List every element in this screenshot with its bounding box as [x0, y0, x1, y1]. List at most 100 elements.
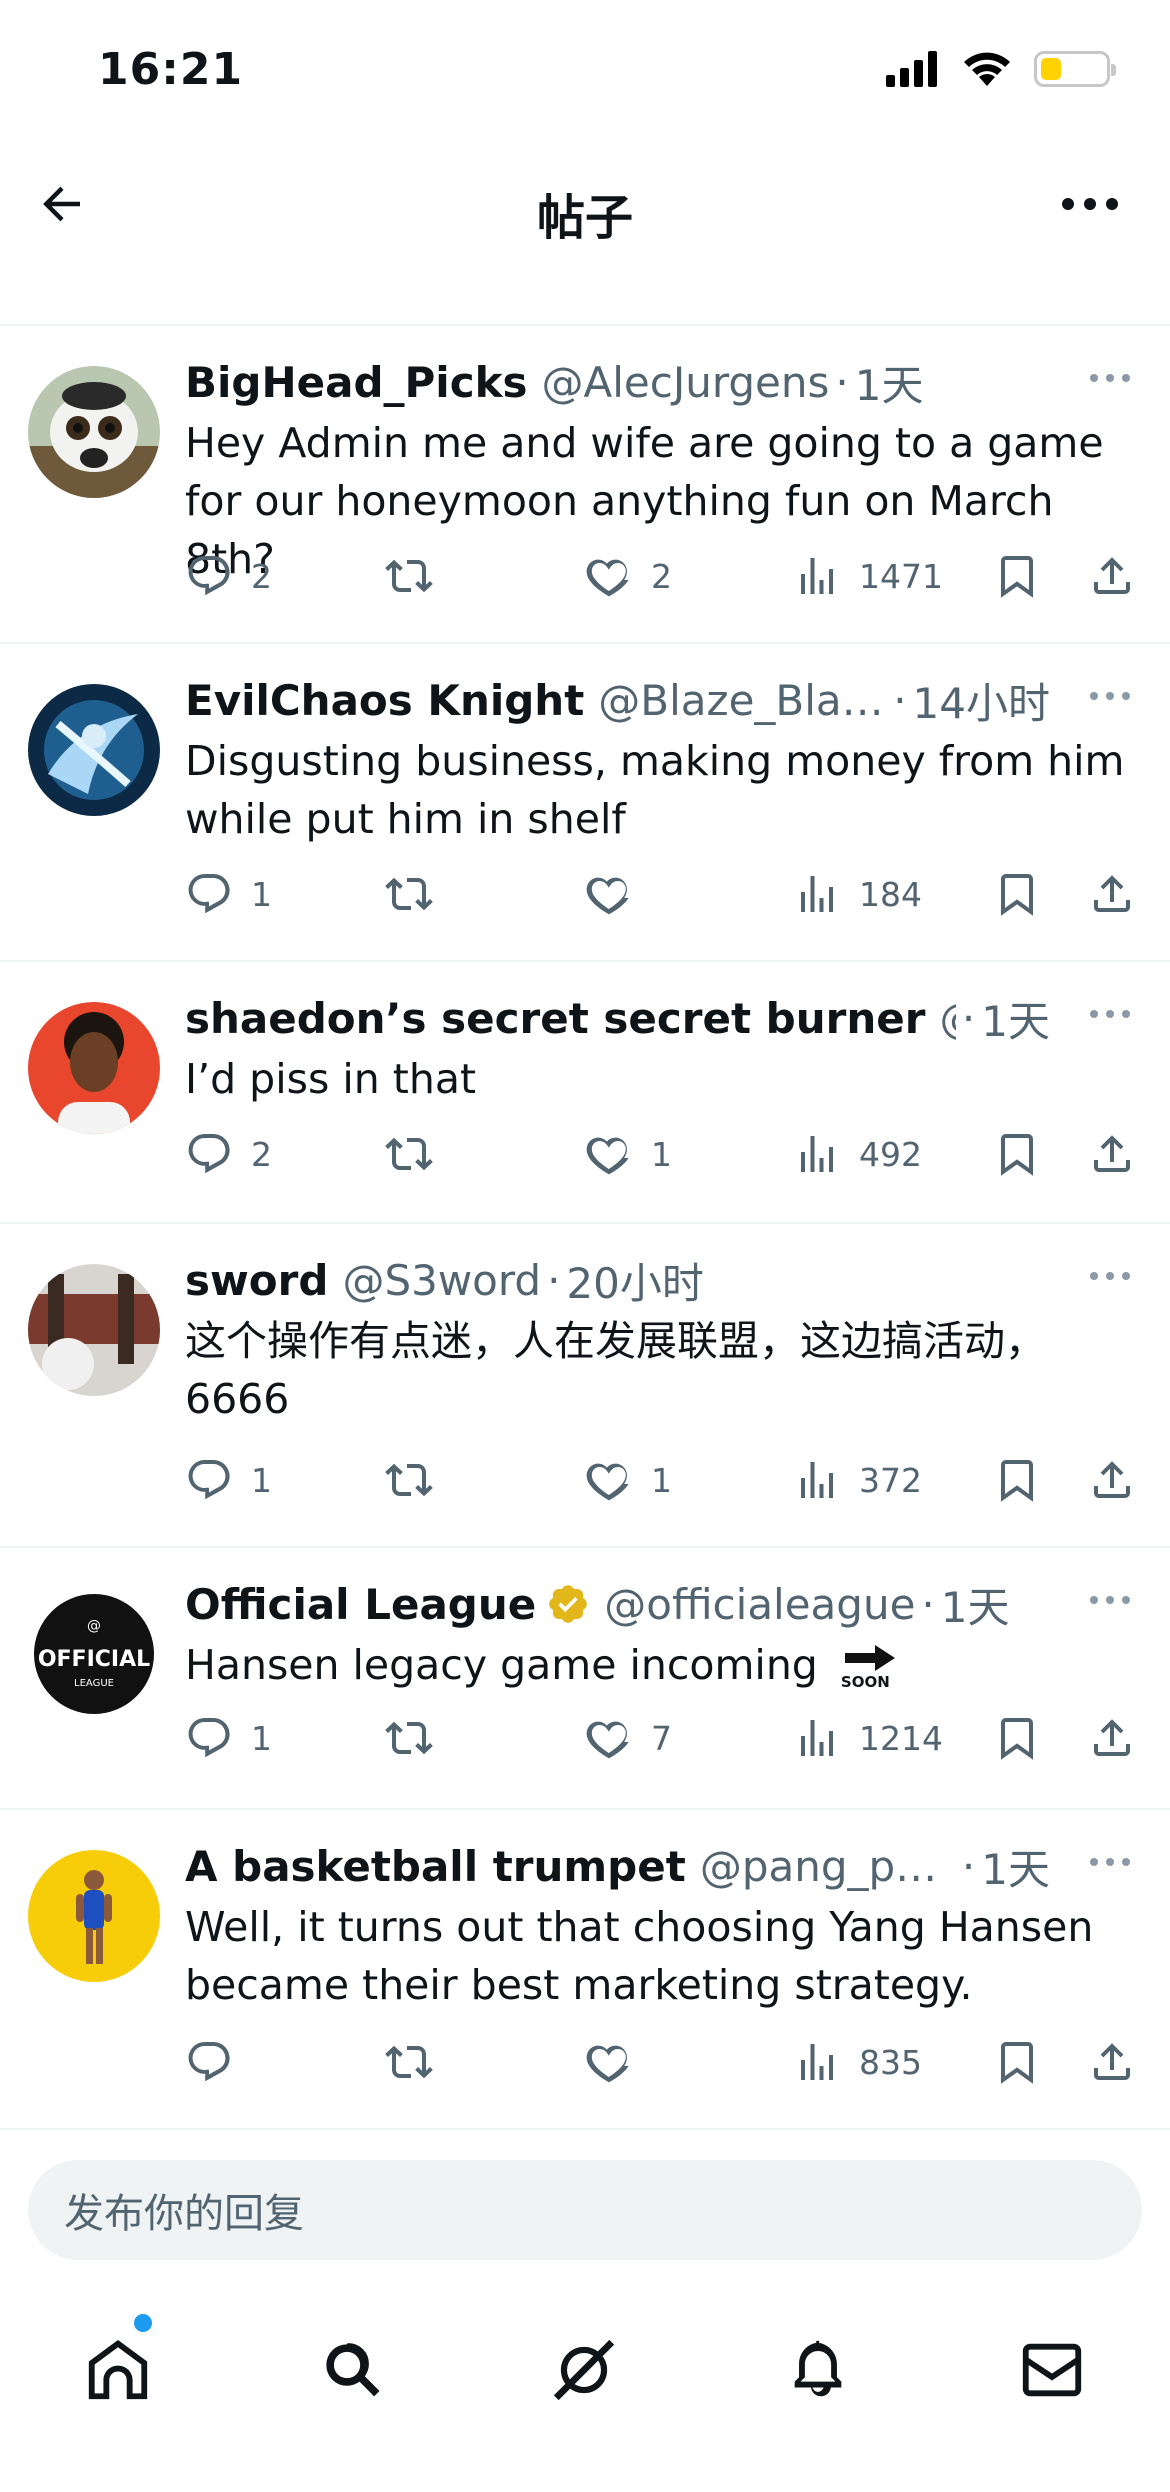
reply-more-button[interactable]	[1080, 1842, 1140, 1882]
views-button[interactable]: 1471	[793, 546, 943, 606]
retweet-icon	[385, 1463, 433, 1497]
avatar[interactable]	[28, 1850, 160, 1982]
tab-search[interactable]	[302, 2320, 402, 2420]
bookmark-button[interactable]	[993, 1124, 1041, 1184]
share-button[interactable]	[1088, 1450, 1136, 1510]
share-button[interactable]	[1088, 2032, 1136, 2092]
reply-more-button[interactable]	[1080, 676, 1140, 716]
user-handle[interactable]: @pang_pangwe	[700, 1842, 956, 1891]
views-chart-icon	[801, 1720, 833, 1756]
retweet-button[interactable]	[385, 1124, 451, 1184]
like-button[interactable]: 1	[585, 1450, 672, 1510]
bookmark-button[interactable]	[993, 2032, 1041, 2092]
post-time[interactable]: 1天	[981, 1838, 1050, 1894]
retweet-button[interactable]	[385, 546, 451, 606]
avatar[interactable]	[28, 1264, 160, 1396]
post-time[interactable]: 14小时	[913, 672, 1050, 728]
reply-button[interactable]: 2	[185, 546, 272, 606]
avatar[interactable]: @ OFFICIAL LEAGUE	[28, 1588, 160, 1720]
retweet-button[interactable]	[385, 2032, 451, 2092]
reply-more-button[interactable]	[1080, 1580, 1140, 1620]
share-icon	[1094, 557, 1130, 594]
bell-icon	[794, 2340, 842, 2397]
more-options-button[interactable]	[1050, 172, 1130, 236]
more-horizontal-icon	[1062, 198, 1118, 210]
post-time[interactable]: 1天	[981, 990, 1050, 1046]
reply-button[interactable]: 2	[185, 1124, 272, 1184]
share-button[interactable]	[1088, 1124, 1136, 1184]
display-name[interactable]: Official League	[185, 1580, 536, 1629]
more-horizontal-icon	[1090, 1010, 1130, 1018]
share-icon	[1094, 875, 1130, 912]
views-button[interactable]: 372	[793, 1450, 922, 1510]
bookmark-button[interactable]	[993, 1708, 1041, 1768]
reply-item[interactable]: shaedon’s secret secret burner @sh... · …	[0, 964, 1170, 1224]
views-button[interactable]: 835	[793, 2032, 922, 2092]
reply-button[interactable]: 1	[185, 1708, 272, 1768]
display-name[interactable]: BigHead_Picks	[185, 358, 528, 407]
bookmark-icon	[1001, 1134, 1033, 1176]
like-button[interactable]	[585, 2032, 651, 2092]
user-handle[interactable]: @sh...	[939, 994, 955, 1043]
views-button[interactable]: 184	[793, 864, 922, 924]
like-button[interactable]: 7	[585, 1708, 672, 1768]
reply-item[interactable]: sword @S3word · 20小时 这个操作有点迷，人在发展联盟，这边搞活…	[0, 1226, 1170, 1548]
tab-grok[interactable]	[534, 2320, 634, 2420]
post-time[interactable]: 1天	[941, 1576, 1010, 1632]
user-handle[interactable]: @officialeague	[604, 1580, 915, 1629]
retweet-button[interactable]	[385, 1450, 451, 1510]
share-button[interactable]	[1088, 1708, 1136, 1768]
share-button[interactable]	[1088, 864, 1136, 924]
bookmark-icon	[1001, 2042, 1033, 2084]
reply-button[interactable]	[185, 2032, 251, 2092]
reply-count: 2	[251, 1134, 272, 1174]
reply-item[interactable]: BigHead_Picks @AlecJurgens · 1天 Hey Admi…	[0, 328, 1170, 644]
reply-text: I’d piss in that	[185, 1055, 477, 1103]
retweet-button[interactable]	[385, 1708, 451, 1768]
display-name[interactable]: A basketball trumpet	[185, 1842, 686, 1891]
like-button[interactable]: 2	[585, 546, 672, 606]
view-count: 835	[859, 2042, 922, 2082]
status-bar: 16:21	[0, 0, 1170, 150]
tab-home[interactable]	[68, 2320, 168, 2420]
verified-badge-icon	[549, 1585, 588, 1623]
reply-composer-input[interactable]: 发布你的回复	[28, 2160, 1142, 2260]
reply-button[interactable]: 1	[185, 1450, 272, 1510]
bookmark-button[interactable]	[993, 546, 1041, 606]
reply-button[interactable]: 1	[185, 864, 272, 924]
user-handle[interactable]: @S3word	[342, 1256, 541, 1305]
share-button[interactable]	[1088, 546, 1136, 606]
avatar[interactable]	[28, 1002, 160, 1134]
retweet-icon	[385, 559, 433, 593]
reply-item[interactable]: A basketball trumpet @pang_pangwe · 1天 W…	[0, 1812, 1170, 2130]
wifi-icon	[964, 52, 1010, 86]
reply-item[interactable]: @ OFFICIAL LEAGUE Official League @offic…	[0, 1550, 1170, 1810]
views-button[interactable]: 1214	[793, 1708, 943, 1768]
reply-more-button[interactable]	[1080, 1256, 1140, 1296]
avatar[interactable]	[28, 684, 160, 816]
like-button[interactable]: 1	[585, 1124, 672, 1184]
status-time: 16:21	[98, 44, 244, 95]
display-name[interactable]: EvilChaos Knight	[185, 676, 584, 725]
bookmark-button[interactable]	[993, 864, 1041, 924]
bookmark-button[interactable]	[993, 1450, 1041, 1510]
display-name[interactable]: shaedon’s secret secret burner	[185, 994, 925, 1043]
retweet-button[interactable]	[385, 864, 451, 924]
reply-item[interactable]: EvilChaos Knight @Blaze_Blade_... · 14小时…	[0, 646, 1170, 962]
user-handle[interactable]: @AlecJurgens	[542, 358, 830, 407]
reply-more-button[interactable]	[1080, 994, 1140, 1034]
views-button[interactable]: 492	[793, 1124, 922, 1184]
like-button[interactable]	[585, 864, 651, 924]
retweet-icon	[385, 2045, 433, 2079]
search-icon	[326, 2343, 380, 2397]
user-handle[interactable]: @Blaze_Blade_...	[598, 676, 887, 725]
reply-more-button[interactable]	[1080, 358, 1140, 398]
tab-notifications[interactable]	[768, 2320, 868, 2420]
post-time[interactable]: 20小时	[566, 1252, 703, 1308]
tab-messages[interactable]	[1002, 2320, 1102, 2420]
logo-at-text: @	[87, 1618, 101, 1634]
heart-icon	[586, 877, 629, 915]
post-time[interactable]: 1天	[855, 354, 924, 410]
display-name[interactable]: sword	[185, 1256, 328, 1305]
avatar[interactable]	[28, 366, 160, 498]
